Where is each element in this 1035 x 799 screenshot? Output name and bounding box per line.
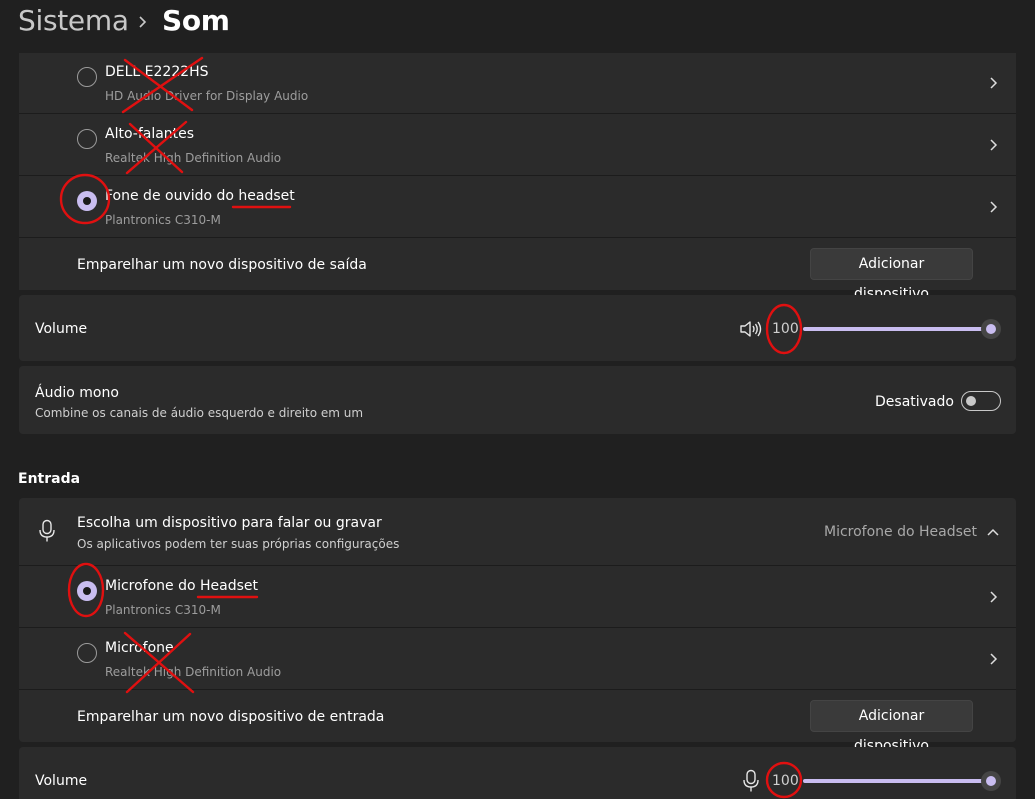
input-volume-slider-thumb[interactable]: [981, 771, 1001, 791]
output-volume-slider-thumb[interactable]: [981, 319, 1001, 339]
mono-audio-card: [19, 366, 1016, 434]
output-device-name: DELL E2222HS: [105, 64, 209, 80]
mono-audio-description: Combine os canais de áudio esquerdo e di…: [35, 406, 364, 420]
input-device-subtitle: Realtek High Definition Audio: [105, 665, 282, 679]
input-volume-label: Volume: [35, 773, 88, 789]
page-title: Som: [162, 4, 230, 37]
add-output-device-button[interactable]: Adicionar dispositivo: [810, 248, 973, 302]
output-volume-slider-track[interactable]: [803, 327, 985, 331]
add-input-device-button[interactable]: Adicionar dispositivo: [810, 700, 973, 754]
output-device-subtitle: Realtek High Definition Audio: [105, 151, 282, 165]
output-device-item[interactable]: [19, 53, 1016, 113]
input-volume-value: 100: [772, 773, 799, 789]
chevron-right-icon[interactable]: [988, 200, 998, 214]
output-volume-value: 100: [772, 321, 799, 337]
input-device-item[interactable]: [19, 628, 1016, 689]
output-device-radio-selected[interactable]: [77, 191, 97, 211]
pair-output-label: Emparelhar um novo dispositivo de saída: [77, 257, 367, 273]
input-chooser-title: Escolha um dispositivo para falar ou gra…: [77, 515, 382, 531]
input-device-radio-selected[interactable]: [77, 581, 97, 601]
output-device-item[interactable]: [19, 176, 1016, 237]
sound-settings-page: Sistema Som DELL E2222HS HD Audio Driver…: [0, 0, 1035, 799]
speaker-icon[interactable]: [739, 319, 763, 339]
input-device-subtitle: Plantronics C310-M: [105, 603, 221, 617]
chevron-right-icon[interactable]: [988, 590, 998, 604]
input-device-name: Microfone: [105, 640, 174, 656]
input-volume-slider-track[interactable]: [803, 779, 985, 783]
chevron-up-icon[interactable]: [986, 526, 1000, 538]
input-device-radio[interactable]: [77, 643, 97, 663]
output-device-subtitle: HD Audio Driver for Display Audio: [105, 89, 309, 103]
microphone-icon: [39, 519, 55, 542]
output-device-subtitle: Plantronics C310-M: [105, 213, 221, 227]
input-device-name: Microfone do Headset: [105, 578, 259, 594]
output-device-name: Alto-falantes: [105, 126, 195, 142]
breadcrumb-chevron-icon: [139, 16, 147, 28]
chevron-right-icon[interactable]: [988, 138, 998, 152]
input-device-item[interactable]: [19, 566, 1016, 627]
pair-input-label: Emparelhar um novo dispositivo de entrad…: [77, 709, 385, 725]
output-device-item[interactable]: [19, 114, 1016, 175]
mono-audio-toggle[interactable]: [961, 391, 1001, 411]
output-device-radio[interactable]: [77, 129, 97, 149]
input-chooser-subtitle: Os aplicativos podem ter suas próprias c…: [77, 537, 400, 551]
mono-audio-state: Desativado: [875, 394, 954, 410]
chevron-right-icon[interactable]: [988, 76, 998, 90]
output-volume-label: Volume: [35, 321, 88, 337]
input-volume-card: [19, 747, 1016, 799]
mono-audio-title: Áudio mono: [35, 385, 119, 401]
output-device-name: Fone de ouvido do headset: [105, 188, 295, 204]
input-selected-device: Microfone do Headset: [824, 524, 978, 540]
input-section-title: Entrada: [18, 471, 81, 487]
chevron-right-icon[interactable]: [988, 652, 998, 666]
breadcrumb-parent[interactable]: Sistema: [18, 4, 129, 37]
microphone-icon[interactable]: [742, 769, 760, 793]
output-device-radio[interactable]: [77, 67, 97, 87]
